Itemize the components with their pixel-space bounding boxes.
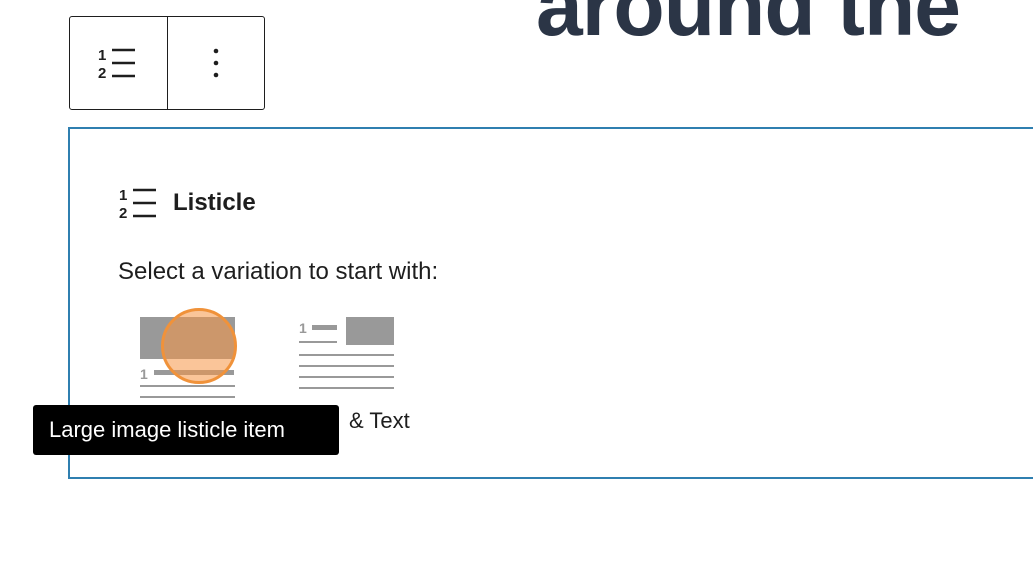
image-and-text-variation-icon: 1 [299, 317, 394, 389]
svg-text:1: 1 [299, 320, 307, 336]
svg-text:2: 2 [119, 205, 127, 221]
variation-tooltip: Large image listicle item [33, 405, 339, 455]
numbered-list-icon: 1 2 [98, 47, 136, 81]
svg-text:1: 1 [98, 47, 106, 64]
svg-text:1: 1 [119, 187, 127, 204]
block-title: 1 2 Listicle [119, 185, 256, 221]
variation-label: & Text [349, 408, 410, 433]
variation-image-and-text-button[interactable]: 1 [299, 315, 395, 405]
block-type-button[interactable]: 1 2 [70, 17, 167, 109]
svg-text:2: 2 [98, 65, 106, 81]
svg-text:1: 1 [140, 366, 148, 382]
options-button[interactable] [166, 17, 265, 109]
variation-instructions: Select a variation to start with: [118, 258, 439, 285]
vertical-ellipsis-icon [213, 48, 219, 78]
click-highlight-indicator [161, 308, 237, 384]
block-toolbar: 1 2 [69, 16, 265, 110]
numbered-list-icon: 1 2 [119, 187, 156, 221]
post-heading-fragment[interactable]: around the [536, 0, 961, 48]
block-title-text: Listicle [173, 189, 256, 216]
